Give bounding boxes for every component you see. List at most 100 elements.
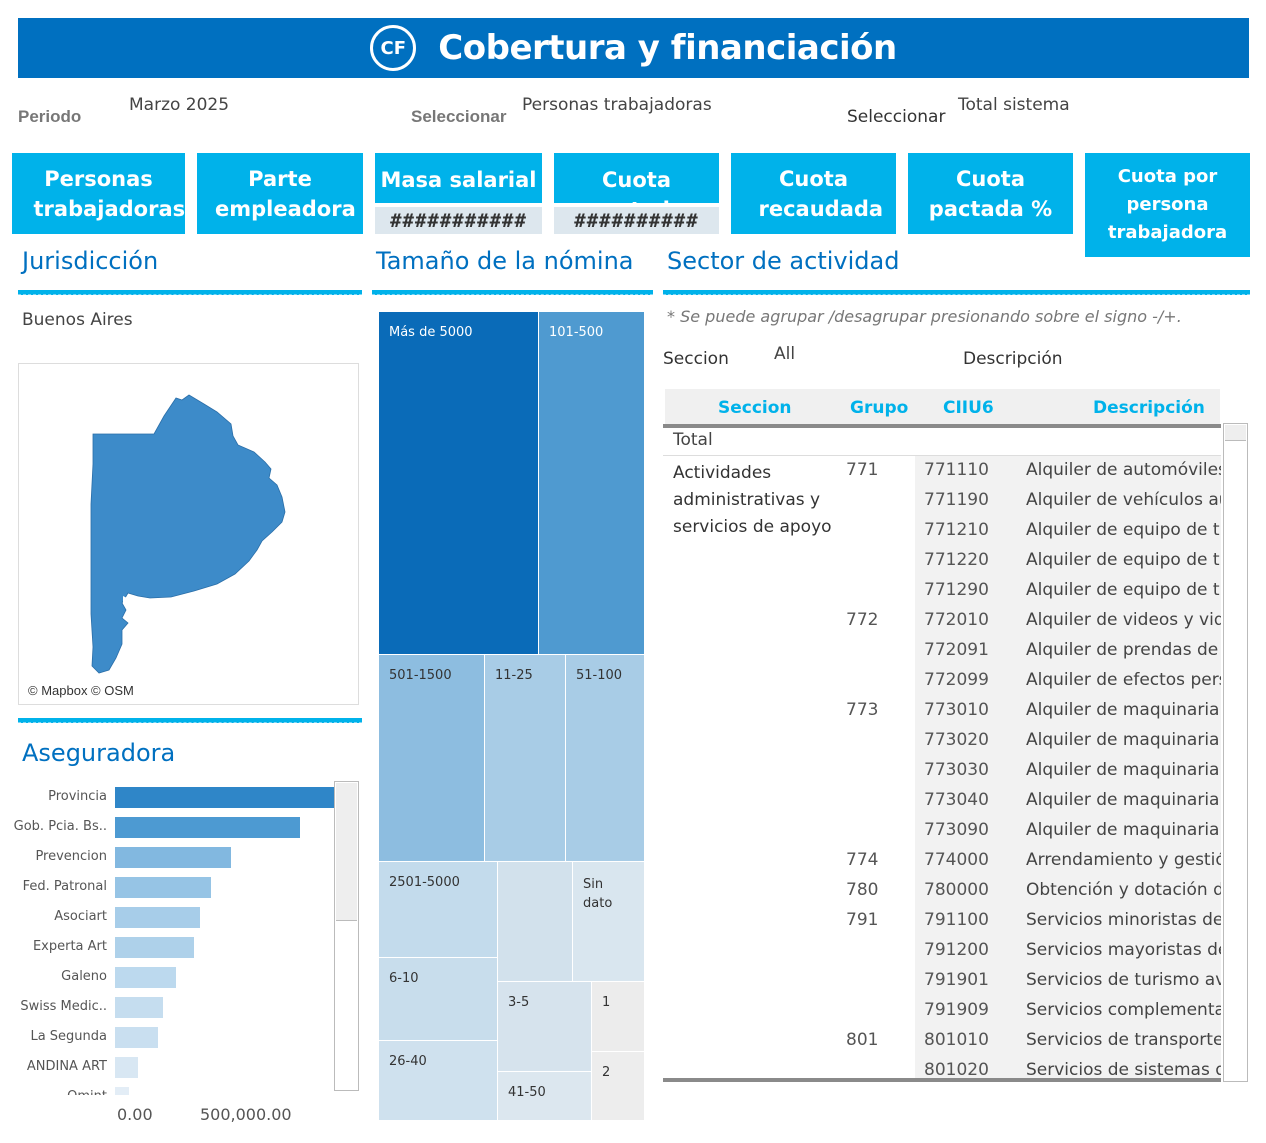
col-header-seccion[interactable]: Seccion — [718, 398, 792, 418]
bar[interactable] — [115, 877, 211, 898]
table-header-rule — [663, 424, 1221, 428]
sector-table-scrollbar[interactable] — [1223, 423, 1248, 1082]
bar[interactable] — [115, 787, 334, 808]
ciiu-cell: 791100 — [924, 910, 989, 930]
col-header-ciiu6[interactable]: CIIU6 — [943, 398, 994, 418]
kpi-label: Masa salarial — [380, 168, 537, 192]
treemap-cell[interactable]: 6-10 — [378, 957, 498, 1041]
bar[interactable] — [115, 817, 300, 838]
jurisdiccion-map[interactable] — [18, 363, 359, 705]
kpi-cuota-pactada-button[interactable]: Cuota pactada — [554, 153, 719, 222]
kpi-parte-empleadora-button[interactable]: Parte empleadora — [197, 153, 363, 234]
ciiu-cell: 780000 — [924, 880, 989, 900]
periodo-dropdown[interactable]: Marzo 2025 — [129, 95, 229, 115]
col-header-grupo[interactable]: Grupo — [850, 398, 908, 418]
treemap-cell[interactable] — [497, 861, 573, 982]
kpi-label: Personas trabajadoras — [33, 166, 186, 221]
descripcion-cell[interactable]: Servicios minoristas de — [1026, 910, 1221, 930]
descripcion-cell[interactable]: Alquiler de automóviles — [1026, 460, 1221, 480]
x-axis-tick-0: 0.00 — [117, 1105, 153, 1124]
col-header-descripcion[interactable]: Descripción — [1093, 398, 1205, 418]
treemap-cell[interactable]: 11-25 — [484, 654, 566, 862]
bar-label: Galeno — [61, 969, 107, 984]
descripcion-cell[interactable]: Servicios complementa — [1026, 1000, 1221, 1020]
descripcion-cell[interactable]: Alquiler de maquinaria — [1026, 730, 1219, 750]
treemap-cell[interactable]: 41-50 — [497, 1071, 592, 1121]
nomina-divider — [372, 290, 653, 295]
bar[interactable] — [115, 847, 231, 868]
ciiu-cell: 801010 — [924, 1030, 989, 1050]
ciiu-cell: 772091 — [924, 640, 989, 660]
sector-scroll-thumb[interactable] — [1225, 425, 1246, 441]
ciiu-cell: 791200 — [924, 940, 989, 960]
descripcion-cell[interactable]: Arrendamiento y gestió — [1026, 850, 1221, 870]
periodo-label: Periodo — [18, 107, 82, 126]
treemap-cell[interactable]: Sin dato — [572, 861, 645, 982]
buenos-aires-province-shape[interactable] — [19, 364, 360, 706]
bar[interactable] — [115, 937, 194, 958]
ciiu-cell: 772099 — [924, 670, 989, 690]
aseguradora-bar-chart: Provincia Gob. Pcia. Bs.. Prevencion Fed. P… — [0, 780, 334, 1095]
treemap-cell[interactable]: 2501-5000 — [378, 861, 498, 958]
medida-dropdown[interactable]: Personas trabajadoras — [522, 95, 712, 115]
kpi-masa-salarial-button[interactable]: Masa salarial — [375, 153, 542, 203]
kpi-cuota-por-persona-button[interactable]: Cuota por persona trabajadora — [1085, 153, 1250, 257]
bar-label: Fed. Patronal — [22, 879, 107, 894]
descripcion-cell[interactable]: Alquiler de maquinaria — [1026, 700, 1219, 720]
x-axis-tick-1: 500,000.00 — [200, 1105, 292, 1124]
sector-table-body: 771 771110 Alquiler de automóviles 771190 Al… — [663, 456, 1221, 1078]
treemap-cell[interactable]: 101-500 — [538, 311, 645, 655]
descripcion-cell[interactable]: Alquiler de maquinaria — [1026, 790, 1219, 810]
bar[interactable] — [115, 1087, 129, 1095]
descripcion-cell[interactable]: Alquiler de efectos pers — [1026, 670, 1221, 690]
bar[interactable] — [115, 907, 200, 928]
bar[interactable] — [115, 1057, 138, 1078]
descripcion-cell[interactable]: Alquiler de equipo de tr — [1026, 580, 1221, 600]
seleccionar-label-1: Seleccionar — [411, 107, 507, 126]
kpi-cuota-recaudada-button[interactable]: Cuota recaudada — [731, 153, 896, 234]
treemap-cell[interactable]: Más de 5000 — [378, 311, 539, 655]
descripcion-cell[interactable]: Alquiler de videos y vid — [1026, 610, 1221, 630]
kpi-masa-salarial-value: ########### — [375, 207, 542, 234]
descripcion-cell[interactable]: Alquiler de equipo de tr — [1026, 550, 1221, 570]
aseguradora-scroll-thumb[interactable] — [336, 783, 357, 921]
treemap-cell[interactable]: 3-5 — [497, 981, 592, 1072]
descripcion-cell[interactable]: Alquiler de prendas de v — [1026, 640, 1221, 660]
jurisdiccion-selected[interactable]: Buenos Aires — [22, 310, 133, 330]
bar[interactable] — [115, 1027, 158, 1048]
aseguradora-scrollbar[interactable] — [334, 781, 359, 1091]
descripcion-cell[interactable]: Alquiler de maquinaria — [1026, 760, 1219, 780]
seccion-filter-dropdown[interactable]: All — [774, 344, 795, 364]
ciiu-cell: 773030 — [924, 760, 989, 780]
descripcion-cell[interactable]: Servicios de transporte — [1026, 1030, 1221, 1050]
jurisdiccion-title: Jurisdicción — [22, 247, 159, 275]
treemap-cell[interactable]: 26-40 — [378, 1040, 498, 1121]
descripcion-cell[interactable]: Obtención y dotación de — [1026, 880, 1221, 900]
treemap-label: Sin dato — [583, 877, 613, 911]
grupo-cell: 772 — [846, 610, 879, 630]
grupo-cell: 774 — [846, 850, 879, 870]
descripcion-cell[interactable]: Alquiler de vehículos au — [1026, 490, 1221, 510]
grupo-cell: 791 — [846, 910, 879, 930]
kpi-personas-trabajadoras-button[interactable]: Personas trabajadoras — [12, 153, 185, 234]
descripcion-cell[interactable]: Servicios mayoristas de — [1026, 940, 1221, 960]
jurisdiccion-divider — [18, 290, 362, 295]
page-title: Cobertura y financiación — [438, 28, 897, 68]
descripcion-cell[interactable]: Alquiler de equipo de tr — [1026, 520, 1221, 540]
descripcion-cell[interactable]: Alquiler de maquinaria — [1026, 820, 1219, 840]
treemap-cell[interactable]: 501-1500 — [378, 654, 485, 862]
kpi-label: Cuota pactada % — [928, 166, 1053, 221]
descripcion-cell[interactable]: Servicios de turismo av — [1026, 970, 1221, 990]
kpi-cuota-pactada-pct-button[interactable]: Cuota pactada % — [908, 153, 1073, 234]
cf-logo: CF — [370, 25, 417, 71]
nomina-treemap: Más de 5000 101-500 501-1500 11-25 51-10… — [378, 311, 645, 1121]
treemap-cell[interactable]: 2 — [591, 1051, 645, 1121]
seleccionar-label-2: Seleccionar — [847, 107, 946, 127]
descripcion-cell[interactable]: Servicios de sistemas d — [1026, 1060, 1221, 1078]
sistema-dropdown[interactable]: Total sistema — [958, 95, 1070, 115]
bar[interactable] — [115, 997, 163, 1018]
treemap-cell[interactable]: 51-100 — [565, 654, 645, 862]
treemap-cell[interactable]: 1 — [591, 981, 645, 1052]
bar[interactable] — [115, 967, 176, 988]
kpi-label: Cuota recaudada — [758, 166, 884, 221]
